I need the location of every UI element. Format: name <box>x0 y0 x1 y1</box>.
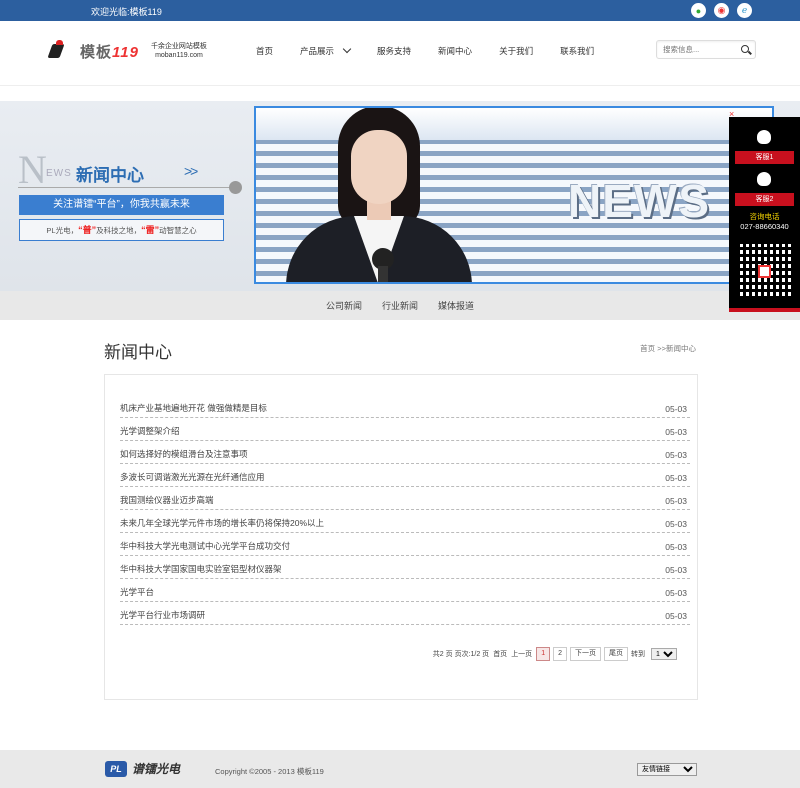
list-item[interactable]: 我国测绘仪器业迈步高端 05-03 <box>120 487 690 510</box>
banner-subline: PL光电，“普”及科技之地，“雷”动智慧之心 <box>19 219 224 241</box>
nav-contact[interactable]: 联系我们 <box>560 45 594 57</box>
list-item[interactable]: 未来几年全球光学元件市场的增长率仍将保持20%以上 05-03 <box>120 510 690 533</box>
footer-logo: PL 谱镭光电 <box>105 760 180 777</box>
search-box <box>656 40 756 59</box>
top-bar: 欢迎光临:模板119 ● ◉ ℯ <box>0 0 800 21</box>
banner-divider <box>18 187 232 188</box>
pager-goto-select[interactable]: 1 <box>651 648 677 660</box>
subnav-company-news[interactable]: 公司新闻 <box>326 299 362 312</box>
nav-about[interactable]: 关于我们 <box>499 45 533 57</box>
page-title: 新闻中心 <box>104 343 172 362</box>
social-links: ● ◉ ℯ <box>691 3 752 18</box>
banner-title: 新闻中心 <box>76 166 144 185</box>
subnav-media-reports[interactable]: 媒体报道 <box>438 299 474 312</box>
pager-page-1[interactable]: 1 <box>536 647 551 661</box>
copyright-text: Copyright ©2005 - 2013 模板119 <box>215 767 324 776</box>
hotline-label: 咨询电话 <box>749 212 780 221</box>
qr-code <box>737 244 792 299</box>
banner-slogan: 关注谱镭“平台”，你我共赢未来 <box>19 195 224 215</box>
list-item[interactable]: 华中科技大学国家国电实验室铝型材仪器架 05-03 <box>120 556 690 579</box>
close-icon[interactable]: × <box>729 109 734 119</box>
footer-logo-name: 谱镭光电 <box>132 762 181 776</box>
pager-goto-label: 转到 <box>631 651 645 658</box>
banner-big-letter: N <box>18 147 47 192</box>
subnav-industry-news[interactable]: 行业新闻 <box>382 299 418 312</box>
list-item[interactable]: 多波长可调谐激光光源在光纤通信应用 05-03 <box>120 464 690 487</box>
banner-dot <box>229 181 242 194</box>
search-input[interactable] <box>657 41 735 58</box>
news-list-panel: 机床产业基地遍地开花 做强做精是目标 05-03 光学调整架介绍 05-03 如何选… <box>104 374 698 700</box>
banner-arrows: >> <box>184 163 198 179</box>
pager-first[interactable]: 首页 <box>493 649 507 659</box>
search-icon[interactable] <box>741 45 749 53</box>
welcome-text: 欢迎光临:模板119 <box>91 7 162 17</box>
nav-home[interactable]: 首页 <box>256 45 273 57</box>
breadcrumb[interactable]: 首页 >>新闻中心 <box>640 343 696 354</box>
friend-links-select[interactable]: 友情链接 <box>637 763 697 776</box>
chevron-down-icon <box>342 44 352 54</box>
list-item[interactable]: 光学平台 05-03 <box>120 579 690 602</box>
news-banner: N EWS 新闻中心 >> 关注谱镭“平台”，你我共赢未来 PL光电，“普”及科… <box>0 101 800 291</box>
site-footer: PL 谱镭光电 Copyright ©2005 - 2013 模板119 友情链… <box>0 750 800 788</box>
list-item[interactable]: 机床产业基地遍地开花 做强做精是目标 05-03 <box>120 395 690 418</box>
weibo-icon[interactable]: ◉ <box>714 3 729 18</box>
qq-icon <box>757 172 771 186</box>
footer-logo-mark: PL <box>105 760 127 777</box>
logo-runner-icon <box>44 40 68 62</box>
pager-summary: 共2 页 页次:1/2 页 <box>432 651 490 658</box>
wechat-icon[interactable]: ● <box>691 3 706 18</box>
pager-next-button[interactable]: 下一页 <box>570 647 601 661</box>
qq-icon <box>757 130 771 144</box>
list-item[interactable]: 光学调整架介绍 05-03 <box>120 418 690 441</box>
banner-news-word: NEWS <box>568 175 710 227</box>
nav-products[interactable]: 产品展示 <box>300 44 352 57</box>
nav-news[interactable]: 新闻中心 <box>438 45 472 57</box>
site-header: 模板119 千余企业网站模板 moban119.com 首页 产品展示 服务支持… <box>0 21 800 86</box>
site-logo[interactable]: 模板119 千余企业网站模板 moban119.com <box>44 40 207 62</box>
hotline-number: 027-88660340 <box>740 222 789 231</box>
logo-brand: 模板119 <box>80 43 139 61</box>
customer-service-panel: × 客服1 客服2 咨询电话 027-88660340 <box>729 109 800 312</box>
service-1-button[interactable]: 客服1 <box>735 151 794 164</box>
banner-ews: EWS <box>46 168 72 179</box>
pager-prev[interactable]: 上一页 <box>511 649 532 659</box>
tencent-weibo-icon[interactable]: ℯ <box>737 3 752 18</box>
list-item[interactable]: 华中科技大学光电测试中心光学平台成功交付 05-03 <box>120 533 690 556</box>
nav-service[interactable]: 服务支持 <box>377 45 411 57</box>
list-item[interactable]: 如何选择好的模组滑台及注意事项 05-03 <box>120 441 690 464</box>
logo-tagline: 千余企业网站模板 moban119.com <box>150 43 207 59</box>
main-nav: 首页 产品展示 服务支持 新闻中心 关于我们 联系我们 <box>256 44 621 57</box>
news-subnav: 公司新闻 行业新闻 媒体报道 <box>0 291 800 320</box>
service-2-button[interactable]: 客服2 <box>735 193 794 206</box>
news-list: 机床产业基地遍地开花 做强做精是目标 05-03 光学调整架介绍 05-03 如何选… <box>120 395 690 625</box>
reporter-face <box>351 130 407 204</box>
pagination: 共2 页 页次:1/2 页 首页 上一页 1 2 下一页 尾页 转到 1 <box>433 647 677 661</box>
pager-last-button[interactable]: 尾页 <box>604 647 628 661</box>
banner-photo: NEWS <box>254 106 774 284</box>
pager-page-2[interactable]: 2 <box>553 647 567 661</box>
list-item[interactable]: 光学平台行业市场调研 05-03 <box>120 602 690 625</box>
